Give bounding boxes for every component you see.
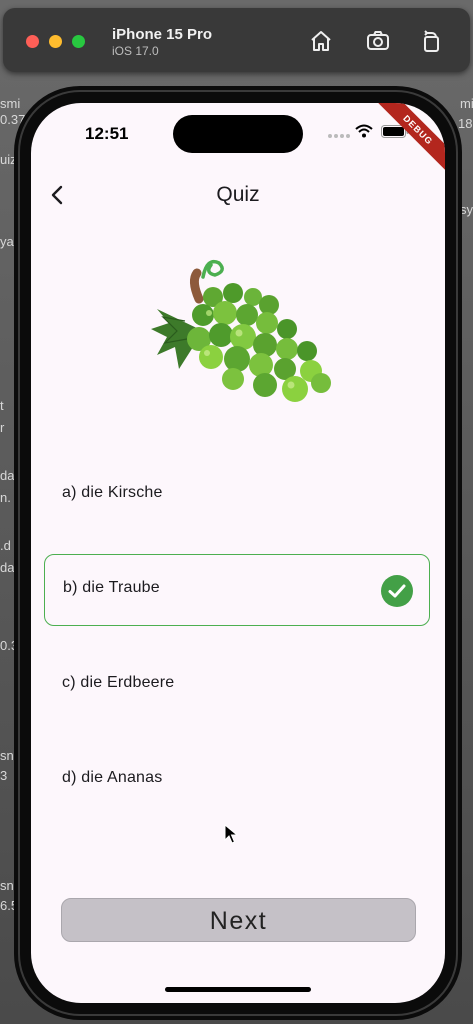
phone-screen: 12:51 DEBUG Quiz a) die Kirsche b) die T… xyxy=(31,103,445,1003)
rotate-icon[interactable] xyxy=(419,28,445,54)
check-circle-icon xyxy=(381,575,413,607)
grapes-illustration xyxy=(151,259,331,402)
cellular-signal-icon xyxy=(328,134,350,138)
background-text: r xyxy=(0,420,5,435)
page-title: Quiz xyxy=(216,183,260,206)
home-indicator[interactable] xyxy=(165,987,311,992)
background-text: 3 xyxy=(0,768,8,783)
dynamic-island xyxy=(173,115,303,153)
answer-option-label: d) die Ananas xyxy=(62,769,163,786)
background-text: smi xyxy=(0,96,21,111)
answer-option-d[interactable]: d) die Ananas xyxy=(44,744,430,816)
minimize-window-button[interactable] xyxy=(49,35,62,48)
answer-option-label: c) die Erdbeere xyxy=(62,674,175,691)
zoom-window-button[interactable] xyxy=(72,35,85,48)
answer-option-label: a) die Kirsche xyxy=(62,484,163,501)
background-text: da xyxy=(0,468,15,483)
background-text: .d xyxy=(0,538,11,553)
screenshot-icon[interactable] xyxy=(365,28,391,54)
background-text: mi xyxy=(460,96,473,111)
home-icon[interactable] xyxy=(308,28,334,54)
os-version: iOS 17.0 xyxy=(112,44,159,58)
next-button[interactable]: Next xyxy=(61,898,416,942)
close-window-button[interactable] xyxy=(26,35,39,48)
answer-option-a[interactable]: a) die Kirsche xyxy=(44,459,430,531)
background-text: sn xyxy=(0,878,14,893)
status-time: 12:51 xyxy=(85,124,129,143)
wifi-icon xyxy=(355,124,373,138)
simulator-toolbar: iPhone 15 Pro iOS 17.0 xyxy=(3,8,470,72)
background-text: t xyxy=(0,398,4,413)
device-name: iPhone 15 Pro xyxy=(112,26,213,43)
background-text: sn xyxy=(0,748,14,763)
background-text: da xyxy=(0,560,15,575)
answer-option-label: b) die Traube xyxy=(63,579,160,596)
background-text: 18 xyxy=(458,116,473,131)
background-text: n. xyxy=(0,490,11,505)
answer-option-c[interactable]: c) die Erdbeere xyxy=(44,649,430,721)
answer-option-b[interactable]: b) die Traube xyxy=(44,554,430,626)
mouse-cursor-icon xyxy=(224,824,238,844)
background-text: ya xyxy=(0,234,14,249)
